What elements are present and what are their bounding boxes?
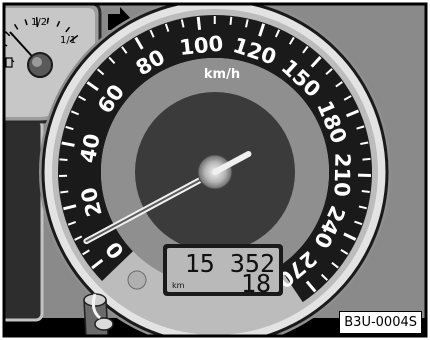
minor-tick — [59, 158, 68, 162]
fuel-label-half: 1/2 — [31, 17, 47, 28]
speed-unit-label: km/h — [204, 67, 240, 82]
minor-tick — [362, 157, 371, 161]
minor-tick — [229, 16, 233, 25]
minor-tick — [361, 189, 370, 193]
instrument-cluster-illustration: 1/2 1/1 0 20 40 60 80 100 120 150 180 21… — [0, 0, 430, 340]
scale-label-210: 210 — [329, 153, 354, 197]
image-code-label: B3U-0004S — [339, 311, 422, 334]
scale-label-100: 100 — [178, 31, 224, 60]
instrument-cluster-drawing: 1/2 1/1 0 20 40 60 80 100 120 150 180 21… — [2, 2, 428, 338]
indicator-lamp — [127, 270, 147, 290]
odometer-trip-value: 18 — [241, 269, 271, 298]
odometer-unit-label: km — [172, 281, 185, 290]
major-tick — [196, 16, 202, 30]
side-display-bezel — [4, 118, 44, 322]
fuel-label-full: 1/1 — [60, 35, 76, 46]
minor-tick — [60, 190, 69, 194]
fuel-gauge-hub-highlight — [32, 57, 42, 67]
fuel-tick — [46, 17, 50, 24]
